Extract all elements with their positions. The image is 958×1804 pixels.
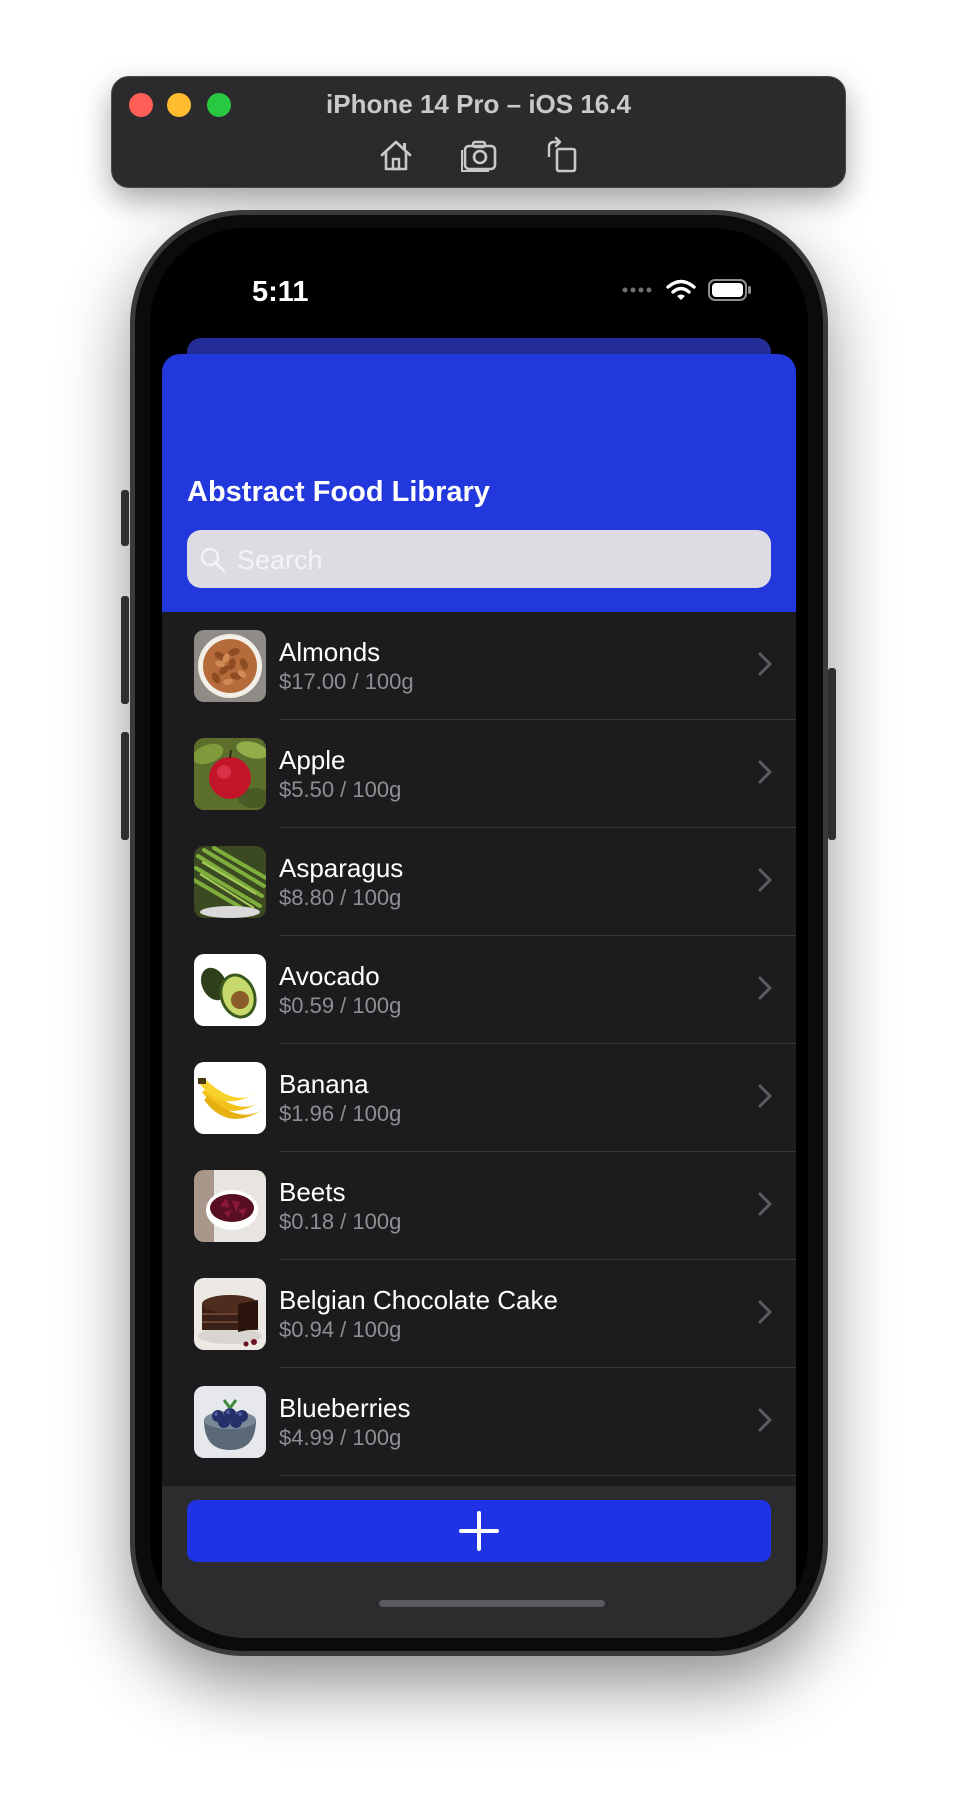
status-time: 5:11 (252, 276, 309, 308)
search-field[interactable] (187, 530, 771, 590)
food-row-almonds[interactable]: Almonds $17.00 / 100g (162, 612, 796, 720)
food-row-beets[interactable]: Beets $0.18 / 100g (162, 1152, 796, 1260)
volume-up-button (121, 596, 129, 704)
add-food-button[interactable] (187, 1500, 771, 1562)
chevron-right-icon (758, 1300, 772, 1324)
phone-screen: 5:11 Abstract Food Library Search Almond… (150, 228, 808, 1638)
beets-image (194, 1170, 266, 1242)
volume-down-button (121, 732, 129, 840)
food-name: Avocado (279, 961, 380, 991)
food-name: Belgian Chocolate Cake (279, 1285, 558, 1315)
food-name: Almonds (279, 637, 381, 667)
food-price: $1.96 / 100g (279, 1101, 402, 1126)
food-row-avocado[interactable]: Avocado $0.59 / 100g (162, 936, 796, 1044)
wifi-icon (665, 279, 700, 300)
food-price: $5.50 / 100g (279, 777, 402, 802)
food-price: $0.18 / 100g (279, 1209, 402, 1234)
rotate-icon[interactable] (539, 135, 583, 175)
screenshot-icon[interactable] (457, 135, 501, 175)
search-icon (200, 547, 226, 573)
chevron-right-icon (758, 1084, 772, 1108)
cellular-dots-icon (621, 281, 659, 298)
food-name: Asparagus (279, 853, 404, 883)
home-indicator[interactable] (379, 1600, 605, 1607)
home-icon[interactable] (374, 135, 418, 175)
food-row-banana[interactable]: Banana $1.96 / 100g (162, 1044, 796, 1152)
food-row-blueberries[interactable]: Blueberries $4.99 / 100g (162, 1368, 796, 1476)
apple-image (194, 738, 266, 810)
food-price: $4.99 / 100g (279, 1425, 402, 1450)
chevron-right-icon (758, 868, 772, 892)
plus-icon (459, 1511, 499, 1551)
page-title: Abstract Food Library (187, 476, 490, 508)
search-input[interactable] (235, 530, 759, 590)
almonds-image (194, 630, 266, 702)
banana-image (194, 1062, 266, 1134)
chevron-right-icon (758, 976, 772, 1000)
chevron-right-icon (758, 1192, 772, 1216)
food-row-asparagus[interactable]: Asparagus $8.80 / 100g (162, 828, 796, 936)
food-price: $0.94 / 100g (279, 1317, 402, 1342)
blueberries-image (194, 1386, 266, 1458)
avocado-image (194, 954, 266, 1026)
chevron-right-icon (758, 760, 772, 784)
food-row-belgian-chocolate-cake[interactable]: Belgian Chocolate Cake $0.94 / 100g (162, 1260, 796, 1368)
simulator-titlebar: iPhone 14 Pro – iOS 16.4 (111, 76, 846, 188)
asparagus-image (194, 846, 266, 918)
bottom-toolbar (162, 1486, 796, 1638)
nav-header: Abstract Food Library (162, 354, 796, 612)
food-list: Almonds $17.00 / 100g Apple $5.50 / 100g (162, 612, 796, 1476)
dynamic-island (383, 268, 575, 324)
battery-icon (708, 279, 752, 301)
food-price: $0.59 / 100g (279, 993, 402, 1018)
food-name: Beets (279, 1177, 346, 1207)
food-name: Banana (279, 1069, 369, 1099)
chevron-right-icon (758, 652, 772, 676)
chocolate-cake-image (194, 1278, 266, 1350)
power-button (828, 668, 836, 840)
action-button (121, 490, 129, 546)
food-name: Blueberries (279, 1393, 411, 1423)
simulator-title: iPhone 14 Pro – iOS 16.4 (326, 89, 631, 119)
food-row-apple[interactable]: Apple $5.50 / 100g (162, 720, 796, 828)
food-library-sheet: Abstract Food Library Almonds $17.00 / 1… (162, 354, 796, 1638)
chevron-right-icon (758, 1408, 772, 1432)
food-price: $17.00 / 100g (279, 669, 414, 694)
food-price: $8.80 / 100g (279, 885, 402, 910)
food-name: Apple (279, 745, 346, 775)
